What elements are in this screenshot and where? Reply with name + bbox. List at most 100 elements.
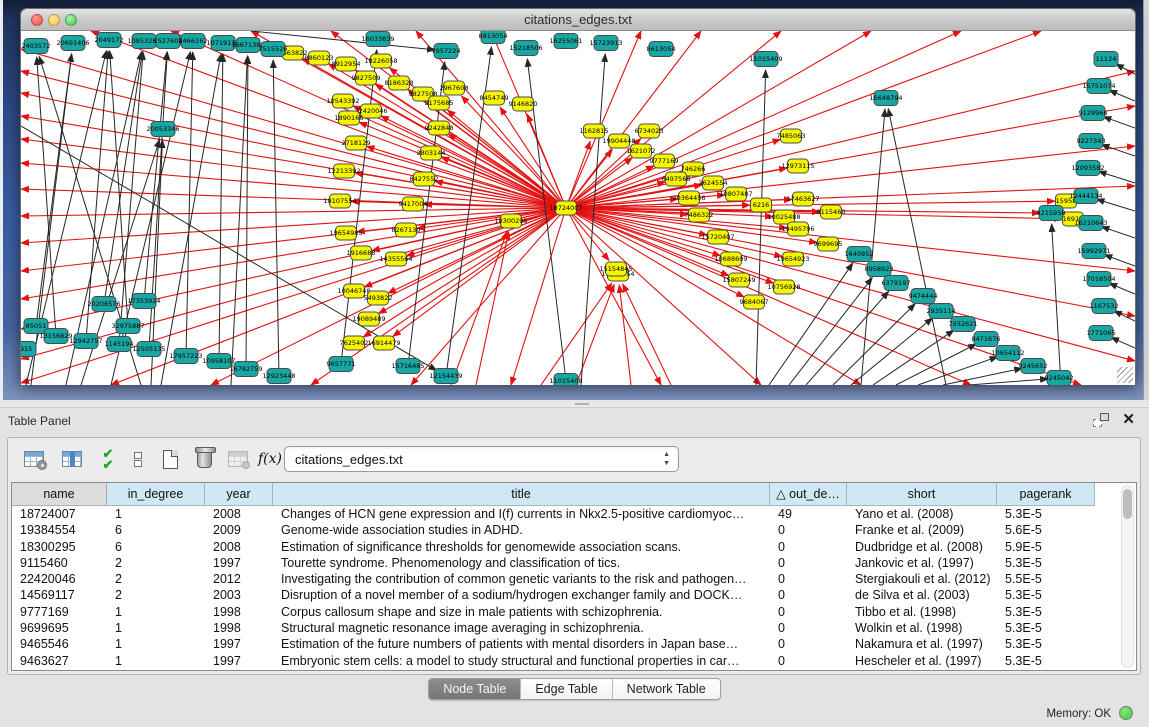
column-header-in_degree[interactable]: in_degree (107, 483, 205, 506)
graph-node[interactable] (788, 159, 809, 173)
graph-edge[interactable] (161, 54, 221, 385)
graph-node[interactable] (639, 124, 660, 138)
table-cell[interactable]: 9777169 (12, 604, 107, 620)
graph-node[interactable] (396, 359, 420, 374)
graph-node[interactable] (788, 222, 809, 236)
graph-edge[interactable] (566, 208, 661, 385)
column-header-year[interactable]: year (205, 483, 273, 506)
table-cell[interactable]: 1998 (205, 604, 273, 620)
graph-node[interactable] (132, 34, 156, 49)
graph-node[interactable] (703, 176, 724, 190)
float-panel-button[interactable] (1093, 413, 1109, 427)
graph-node[interactable] (911, 289, 935, 304)
canvas-resize-grip[interactable] (1117, 367, 1133, 383)
graph-node[interactable] (554, 34, 578, 49)
table-cell[interactable]: 5.9E-5 (997, 539, 1095, 555)
table-cell[interactable]: 1 (107, 636, 205, 652)
graph-node[interactable] (847, 247, 871, 262)
graph-edge[interactable] (789, 278, 872, 385)
graph-node[interactable] (606, 262, 627, 276)
graph-edge[interactable] (566, 208, 1062, 219)
graph-edge[interactable] (851, 318, 933, 385)
table-cell[interactable]: 1997 (205, 636, 273, 652)
graph-node[interactable] (309, 51, 330, 65)
graph-node[interactable] (751, 198, 772, 212)
table-cell[interactable]: Tibbo et al. (1998) (847, 604, 997, 620)
graph-node[interactable] (631, 144, 652, 158)
graph-edge[interactable] (273, 60, 279, 376)
table-cell[interactable]: Franke et al. (2009) (847, 522, 997, 538)
graph-edge[interactable] (888, 109, 946, 385)
graph-edge[interactable] (21, 208, 566, 216)
scrollbar-thumb[interactable] (1123, 489, 1132, 519)
graph-node[interactable] (107, 337, 131, 352)
graph-node[interactable] (783, 252, 804, 266)
table-cell[interactable]: 2009 (205, 522, 273, 538)
table-cell[interactable]: 0 (770, 522, 847, 538)
graph-node[interactable] (61, 36, 85, 51)
table-cell[interactable]: 6 (107, 522, 205, 538)
graph-node[interactable] (721, 252, 742, 266)
table-cell[interactable]: 5.3E-5 (997, 587, 1095, 603)
table-cell[interactable]: 1997 (205, 555, 273, 571)
table-cell[interactable]: 5.3E-5 (997, 636, 1095, 652)
graph-edge[interactable] (21, 71, 566, 208)
table-cell[interactable]: 9115460 (12, 555, 107, 571)
table-cell[interactable]: 9465546 (12, 636, 107, 652)
table-row[interactable]: 1456911722003Disruption of a novel membe… (12, 587, 1136, 603)
table-row[interactable]: 911546021997Tourette syndrome. Phenomeno… (12, 555, 1136, 571)
table-cell[interactable]: 0 (770, 587, 847, 603)
graph-node[interactable] (689, 208, 710, 222)
table-cell[interactable]: 5.3E-5 (997, 506, 1095, 522)
table-row[interactable]: 969969511998Structural magnetic resonanc… (12, 620, 1136, 636)
graph-node[interactable] (1094, 52, 1118, 67)
graph-node[interactable] (181, 34, 205, 49)
graph-node[interactable] (97, 33, 121, 48)
column-visibility-button[interactable] (58, 445, 86, 473)
graph-node[interactable] (207, 354, 231, 369)
table-cell[interactable]: Tourette syndrome. Phenomenology and cla… (273, 555, 770, 571)
graph-node[interactable] (330, 194, 351, 208)
graph-node[interactable] (44, 329, 68, 344)
tab-edge-table[interactable]: Edge Table (521, 679, 612, 699)
graph-node[interactable] (1092, 299, 1116, 314)
table-cell[interactable]: 5.3E-5 (997, 555, 1095, 571)
graph-node[interactable] (236, 38, 260, 53)
citation-network-graph[interactable]: 1872400776638228860123891295418226058982… (21, 31, 1135, 385)
table-cell[interactable]: 0 (770, 571, 847, 587)
table-cell[interactable]: 1 (107, 653, 205, 669)
graph-edge[interactable] (1101, 227, 1135, 238)
graph-node[interactable] (334, 164, 355, 178)
column-header-short[interactable]: short (847, 483, 997, 506)
table-cell[interactable]: Wolkin et al. (1998) (847, 620, 997, 636)
graph-node[interactable] (774, 280, 795, 294)
graph-node[interactable] (137, 342, 161, 357)
table-cell[interactable]: 1 (107, 620, 205, 636)
graph-node[interactable] (1081, 106, 1105, 121)
graph-edge[interactable] (566, 71, 1135, 208)
table-cell[interactable]: 1998 (205, 620, 273, 636)
column-header-name[interactable]: name (12, 483, 107, 506)
table-cell[interactable]: Estimation of significance thresholds fo… (273, 539, 770, 555)
graph-node[interactable] (514, 41, 538, 56)
graph-node[interactable] (481, 31, 505, 44)
table-cell[interactable]: Structural magnetic resonance image aver… (273, 620, 770, 636)
graph-node[interactable] (346, 136, 367, 150)
select-columns-button[interactable]: ✔✔ (94, 445, 122, 473)
graph-node[interactable] (1074, 189, 1098, 204)
graph-edge[interactable] (110, 51, 128, 326)
graph-node[interactable] (1039, 206, 1063, 221)
graph-node[interactable] (594, 36, 618, 51)
table-cell[interactable]: Stergiakouli et al. (2012) (847, 571, 997, 587)
graph-node[interactable] (434, 44, 458, 59)
graph-node[interactable] (1079, 134, 1103, 149)
table-cell[interactable]: Hescheler et al. (1997) (847, 653, 997, 669)
graph-node[interactable] (654, 154, 675, 168)
graph-node[interactable] (156, 34, 180, 49)
table-cell[interactable]: Jankovic et al. (1997) (847, 555, 997, 571)
table-cell[interactable]: Nakamura et al. (1997) (847, 636, 997, 652)
graph-edge[interactable] (1052, 224, 1061, 385)
table-cell[interactable]: 0 (770, 555, 847, 571)
table-cell[interactable]: Disruption of a novel member of a sodium… (273, 587, 770, 603)
table-cell[interactable]: Embryonic stem cells: a model to study s… (273, 653, 770, 669)
